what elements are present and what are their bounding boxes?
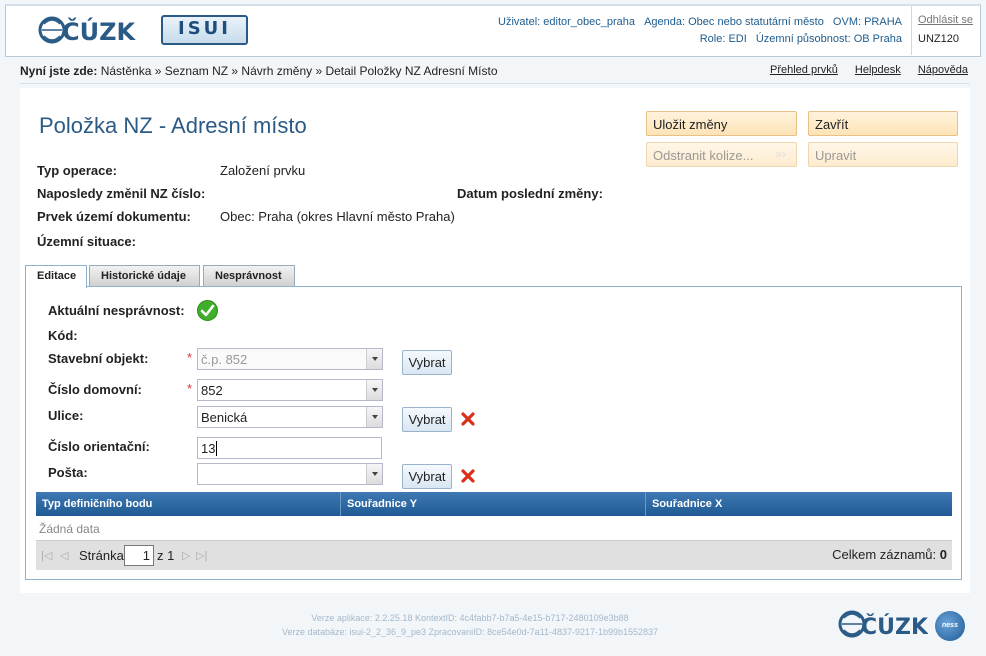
scope-label: Územní působnost: OB Praha bbox=[755, 33, 902, 45]
chevron-down-icon[interactable] bbox=[366, 407, 382, 427]
select-building-button[interactable]: Vybrat bbox=[402, 350, 452, 375]
chevron-down-icon[interactable] bbox=[366, 464, 382, 484]
edit-button[interactable]: Upravit bbox=[808, 142, 958, 167]
db-version: Verze databáze: isui-2_2_36_9_pe3 Zpraco… bbox=[281, 627, 659, 637]
agenda-label: Agenda: Obec nebo statutární město bbox=[644, 16, 824, 28]
total-label: Celkem záznamů: bbox=[832, 547, 937, 562]
prev-page-icon[interactable]: ◁ bbox=[60, 550, 72, 562]
building-combo: č.p. 852 bbox=[197, 348, 383, 370]
page-of: z 1 bbox=[157, 548, 175, 563]
operation-type-value: Založení prvku bbox=[220, 163, 306, 178]
orientation-number-input[interactable]: 13 bbox=[197, 437, 382, 459]
page-input[interactable]: 1 bbox=[124, 545, 154, 566]
delete-post-icon[interactable] bbox=[461, 469, 475, 483]
chevron-down-icon[interactable] bbox=[366, 380, 382, 400]
street-value: Benická bbox=[201, 410, 248, 425]
tab-historicke-udaje[interactable]: Historické údaje bbox=[89, 265, 200, 287]
last-changed-label: Naposledy změnil NZ číslo: bbox=[37, 186, 206, 201]
cuzk-footer-logo: ČÚZK bbox=[838, 610, 928, 640]
helpdesk-link[interactable]: Helpdesk bbox=[855, 64, 901, 76]
orientation-number-value: 13 bbox=[201, 441, 216, 456]
user-info: Uživatel: editor_obec_praha Agenda: Obec… bbox=[492, 14, 902, 48]
next-page-icon[interactable]: ▷ bbox=[182, 550, 194, 562]
incorrectness-label: Aktuální nesprávnost: bbox=[48, 303, 185, 318]
house-number-combo[interactable]: 852 bbox=[197, 379, 383, 401]
territorial-element-label: Prvek území dokumentu: bbox=[37, 209, 191, 224]
user-label: Uživatel: editor_obec_praha bbox=[498, 16, 636, 28]
resolve-conflicts-button[interactable]: Odstranit kolize... »› bbox=[646, 142, 797, 167]
version-footer: Verze aplikace: 2.2.25.18 KontextID: 4c4… bbox=[200, 611, 740, 639]
cuzk-logo-text: ČÚZK bbox=[62, 16, 137, 46]
house-number-value: 852 bbox=[201, 383, 223, 398]
column-header-type[interactable]: Typ definičního bodu bbox=[36, 492, 341, 516]
page-title: Položka NZ - Adresní místo bbox=[39, 113, 307, 138]
app-header: ČÚZK ISUI Uživatel: editor_obec_praha Ag… bbox=[5, 4, 981, 57]
house-number-label: Číslo domovní: bbox=[48, 382, 142, 397]
building-value: č.p. 852 bbox=[201, 352, 248, 367]
save-button[interactable]: Uložit změny bbox=[646, 111, 797, 136]
code-label: Kód: bbox=[48, 328, 78, 343]
definition-points-grid: Typ definičního bodu Souřadnice Y Souřad… bbox=[36, 492, 952, 570]
grid-pager: |◁ ◁ Stránka 1 z 1 ▷ ▷| Celkem záznamů: … bbox=[36, 540, 952, 570]
check-ok-icon bbox=[197, 300, 218, 321]
territorial-situation-label: Územní situace: bbox=[37, 234, 136, 249]
ness-logo: ness bbox=[935, 611, 965, 641]
first-page-icon[interactable]: |◁ bbox=[41, 550, 53, 562]
required-mark: * bbox=[187, 381, 193, 396]
overview-link[interactable]: Přehled prvků bbox=[770, 64, 838, 76]
street-label: Ulice: bbox=[48, 408, 84, 423]
isui-logo: ISUI bbox=[161, 15, 248, 45]
post-label: Pošta: bbox=[48, 465, 88, 480]
street-combo[interactable]: Benická bbox=[197, 406, 383, 428]
breadcrumb-path[interactable]: Nástěnka » Seznam NZ » Návrh změny » Det… bbox=[101, 64, 498, 78]
text-caret bbox=[216, 441, 218, 456]
required-mark: * bbox=[187, 350, 193, 365]
select-street-button[interactable]: Vybrat bbox=[402, 407, 452, 432]
column-header-x[interactable]: Souřadnice X bbox=[646, 492, 952, 516]
ovm-label: OVM: PRAHA bbox=[832, 16, 902, 28]
total-records: Celkem záznamů: 0 bbox=[832, 547, 947, 562]
user-id: UNZ120 bbox=[918, 33, 959, 45]
logout-link[interactable]: Odhlásit se bbox=[918, 14, 973, 26]
grid-empty-text: Žádná data bbox=[36, 516, 952, 540]
operation-type-label: Typ operace: bbox=[37, 163, 117, 178]
cuzk-logo: ČÚZK bbox=[38, 16, 137, 46]
top-links: Přehled prvků Helpdesk Nápověda bbox=[756, 64, 968, 76]
total-value: 0 bbox=[939, 547, 947, 562]
tab-nespravnost[interactable]: Nesprávnost bbox=[203, 265, 295, 287]
app-version: Verze aplikace: 2.2.25.18 KontextID: 4c4… bbox=[311, 613, 629, 623]
main-panel: Položka NZ - Adresní místo Uložit změny … bbox=[20, 88, 970, 593]
close-button[interactable]: Zavřít bbox=[808, 111, 958, 136]
resolve-conflicts-label: Odstranit kolize... bbox=[653, 148, 754, 163]
grid-header: Typ definičního bodu Souřadnice Y Souřad… bbox=[36, 492, 952, 516]
select-post-button[interactable]: Vybrat bbox=[402, 464, 452, 489]
help-link[interactable]: Nápověda bbox=[918, 64, 968, 76]
last-change-date-label: Datum poslední změny: bbox=[457, 186, 603, 201]
tab-editace[interactable]: Editace bbox=[25, 265, 87, 288]
double-chevron-right-icon: »› bbox=[775, 147, 786, 161]
tab-panel-editace: Aktuální nesprávnost: Kód: Stavební obje… bbox=[25, 286, 962, 580]
last-page-icon[interactable]: ▷| bbox=[196, 550, 208, 562]
chevron-down-icon bbox=[366, 349, 382, 369]
cuzk-footer-logo-text: ČÚZK bbox=[861, 614, 928, 640]
page-label: Stránka bbox=[79, 548, 124, 563]
territorial-element-value: Obec: Praha (okres Hlavní město Praha) bbox=[220, 209, 455, 224]
delete-street-icon[interactable] bbox=[461, 412, 475, 426]
building-label: Stavební objekt: bbox=[48, 351, 149, 366]
session-box: Odhlásit se UNZ120 bbox=[911, 6, 980, 55]
column-header-y[interactable]: Souřadnice Y bbox=[341, 492, 646, 516]
breadcrumb: Nyní jste zde: Nástěnka » Seznam NZ » Ná… bbox=[20, 64, 498, 78]
role-label: Role: EDI bbox=[699, 33, 747, 45]
breadcrumb-prefix: Nyní jste zde: bbox=[20, 64, 98, 78]
breadcrumb-bar: Nyní jste zde: Nástěnka » Seznam NZ » Ná… bbox=[20, 62, 970, 84]
orientation-number-label: Číslo orientační: bbox=[48, 439, 150, 454]
post-combo[interactable] bbox=[197, 463, 383, 485]
